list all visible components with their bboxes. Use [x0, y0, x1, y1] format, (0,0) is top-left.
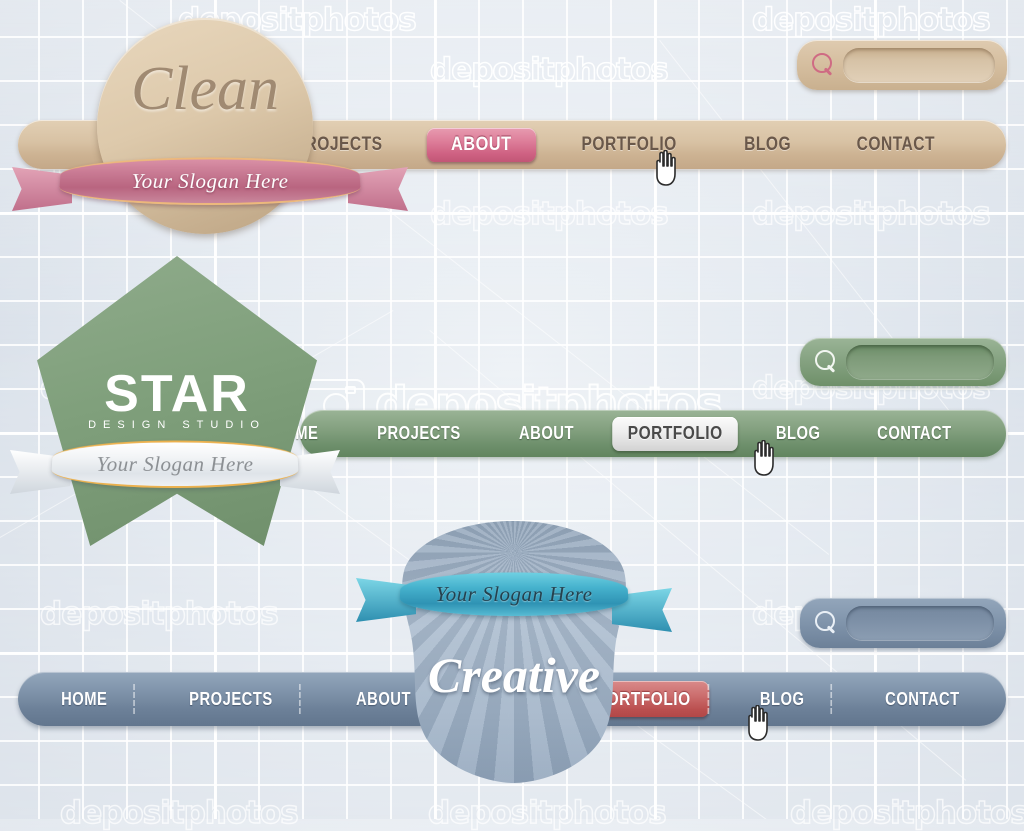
navbar-star: HOME PROJECTS ABOUT PORTFOLIO BLOG CONTA… [272, 410, 1006, 457]
logo-star: STAR DESIGN STUDIO [37, 256, 317, 546]
ribbon-band: Your Slogan Here [398, 572, 630, 617]
nav-item-blog[interactable]: BLOG [723, 134, 813, 156]
ribbon-clean: Your Slogan Here [12, 157, 408, 211]
search-icon [811, 52, 837, 78]
nav-item-blog[interactable]: BLOG [758, 423, 839, 444]
nav-item-about[interactable]: ABOUT [427, 127, 536, 162]
logo-creative: Creative [398, 521, 630, 783]
nav-item-portfolio[interactable]: PORTFOLIO [612, 416, 739, 451]
ribbon-band: Your Slogan Here [58, 157, 362, 206]
nav-item-about[interactable]: ABOUT [501, 423, 592, 444]
logo-name-star: STAR [104, 365, 250, 423]
search-box-creative[interactable] [800, 598, 1006, 648]
logo-sub-star: DESIGN STUDIO [88, 419, 266, 431]
nav-item-blog[interactable]: BLOG [732, 684, 833, 714]
nav-item-portfolio[interactable]: PORTFOLIO [560, 134, 698, 156]
search-input[interactable] [846, 606, 994, 640]
nav-menu-star: HOME PROJECTS ABOUT PORTFOLIO BLOG CONTA… [245, 410, 1006, 457]
slogan-star: Your Slogan Here [96, 451, 254, 476]
watermark: depositphotos [751, 195, 991, 233]
search-box-star[interactable] [800, 338, 1006, 386]
watermark: depositphotos [789, 794, 1024, 831]
nav-item-home[interactable]: HOME [33, 684, 136, 714]
nav-menu-creative-right: PORTFOLIO BLOG CONTACT [566, 672, 1002, 726]
logo-name-creative: Creative [427, 647, 601, 703]
watermark: depositphotos [429, 51, 669, 89]
ribbon-star: Your Slogan Here [10, 440, 340, 494]
ribbon-creative: Your Slogan Here [356, 572, 672, 632]
search-input[interactable] [843, 48, 995, 82]
nav-item-projects[interactable]: PROJECTS [359, 423, 479, 444]
slogan-clean: Your Slogan Here [131, 168, 289, 193]
nav-item-projects[interactable]: PROJECTS [162, 684, 301, 714]
nav-item-contact[interactable]: CONTACT [859, 423, 970, 444]
watermark: depositphotos [427, 794, 667, 831]
search-box-clean[interactable] [797, 40, 1007, 90]
watermark: depositphotos [429, 195, 669, 233]
watermark: depositphotos [39, 595, 279, 633]
logo-name-clean: Clean [130, 55, 280, 123]
nav-item-contact[interactable]: CONTACT [836, 134, 957, 156]
nav-item-contact[interactable]: CONTACT [857, 689, 987, 710]
ribbon-band: Your Slogan Here [50, 440, 300, 489]
watermark: depositphotos [59, 794, 299, 831]
search-input[interactable] [846, 345, 994, 379]
search-icon [814, 349, 840, 375]
search-icon [814, 610, 840, 636]
watermark: depositphotos [751, 1, 991, 39]
slogan-creative: Your Slogan Here [435, 581, 593, 606]
nav-menu-creative-left: HOME PROJECTS ABOUT [22, 672, 451, 726]
